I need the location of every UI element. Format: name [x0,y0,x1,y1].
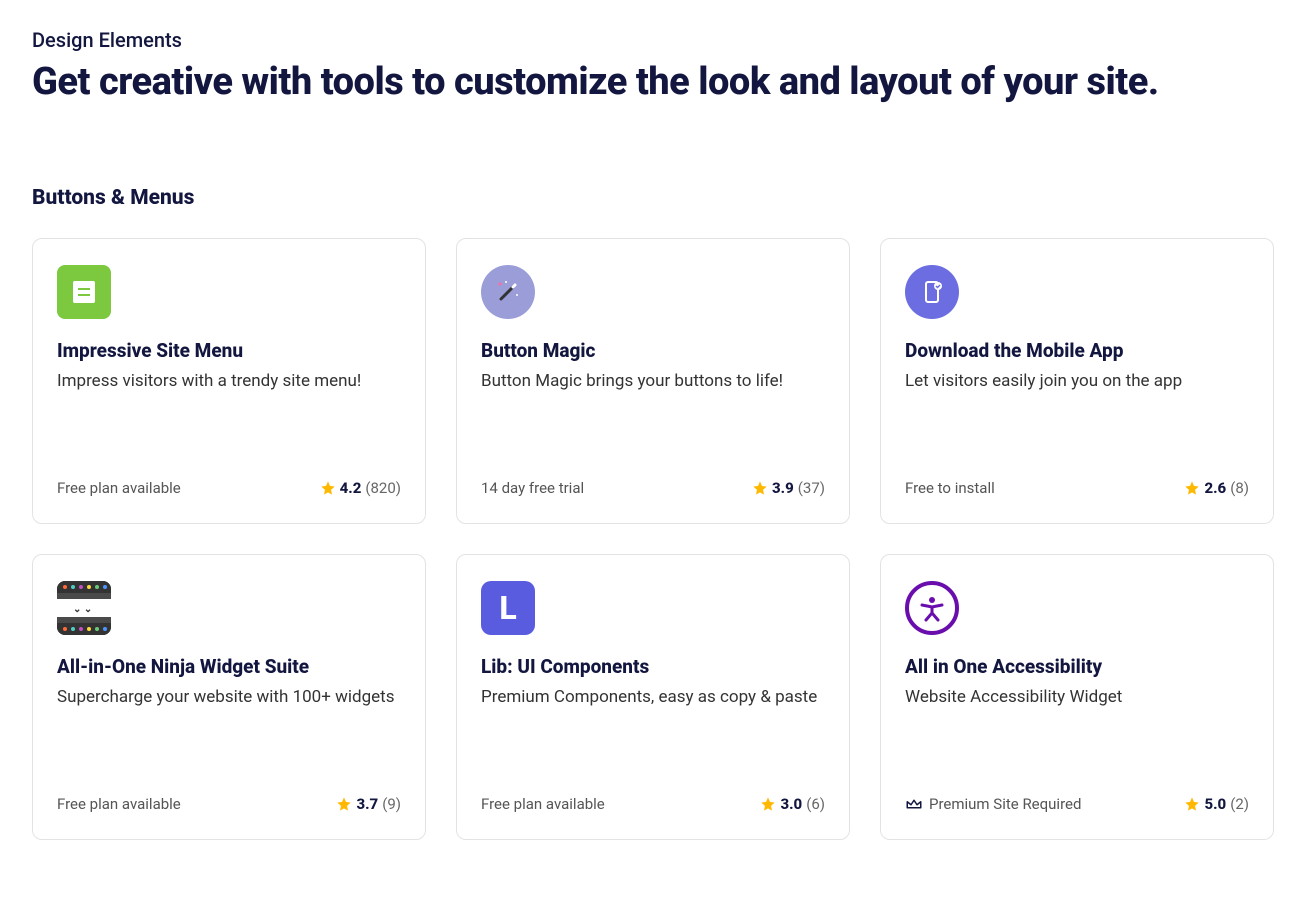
rating-value: 2.6 [1204,479,1226,497]
page-title: Get creative with tools to customize the… [32,60,1274,106]
page-subtitle: Design Elements [32,28,1274,52]
card-rating: 4.2 (820) [320,479,401,497]
rating-value: 3.0 [780,795,802,813]
card-footer: Premium Site Required 5.0 (2) [905,775,1249,813]
star-icon [1184,480,1200,496]
rating-value: 5.0 [1204,795,1226,813]
card-description: Impress visitors with a trendy site menu… [57,370,401,394]
card-footer: Free plan available 3.0 (6) [481,775,825,813]
star-icon [752,480,768,496]
app-card[interactable]: Button Magic Button Magic brings your bu… [456,238,850,524]
rating-value: 3.9 [772,479,794,497]
card-plan-text: Premium Site Required [929,795,1081,813]
card-plan: Free to install [905,479,995,497]
rating-count: (37) [798,479,825,497]
ninja-icon: ⌄ ⌄ [57,581,111,635]
card-footer: Free plan available 3.7 (9) [57,775,401,813]
card-title: All-in-One Ninja Widget Suite [57,655,401,678]
card-title: Impressive Site Menu [57,339,401,362]
rating-value: 3.7 [356,795,378,813]
card-title: Button Magic [481,339,825,362]
app-card[interactable]: Download the Mobile App Let visitors eas… [880,238,1274,524]
card-rating: 3.9 (37) [752,479,825,497]
star-icon [760,796,776,812]
card-rating: 3.7 (9) [336,795,401,813]
magic-icon [481,265,535,319]
rating-count: (6) [806,795,825,813]
star-icon [320,480,336,496]
app-card[interactable]: L Lib: UI Components Premium Components,… [456,554,850,840]
card-plan: Premium Site Required [905,795,1081,813]
card-rating: 5.0 (2) [1184,795,1249,813]
card-description: Button Magic brings your buttons to life… [481,370,825,394]
card-rating: 2.6 (8) [1184,479,1249,497]
card-plan: Free plan available [57,795,181,813]
page-header: Design Elements Get creative with tools … [32,28,1274,106]
cards-grid: Impressive Site Menu Impress visitors wi… [32,238,1274,840]
card-footer: Free plan available 4.2 (820) [57,459,401,497]
section-title: Buttons & Menus [32,186,1274,210]
menu-icon [57,265,111,319]
accessibility-icon [905,581,959,635]
star-icon [1184,796,1200,812]
crown-icon [905,795,923,813]
svg-text:⌄ ⌄: ⌄ ⌄ [73,604,92,615]
rating-count: (8) [1230,479,1249,497]
card-description: Website Accessibility Widget [905,686,1249,710]
rating-count: (2) [1230,795,1249,813]
card-plan: 14 day free trial [481,479,584,497]
card-title: Download the Mobile App [905,339,1249,362]
card-rating: 3.0 (6) [760,795,825,813]
star-icon [336,796,352,812]
card-plan: Free plan available [57,479,181,497]
card-description: Let visitors easily join you on the app [905,370,1249,394]
rating-count: (820) [365,479,401,497]
card-title: Lib: UI Components [481,655,825,678]
card-description: Premium Components, easy as copy & paste [481,686,825,710]
card-footer: 14 day free trial 3.9 (37) [481,459,825,497]
rating-value: 4.2 [340,479,362,497]
card-description: Supercharge your website with 100+ widge… [57,686,401,710]
app-card[interactable]: All in One Accessibility Website Accessi… [880,554,1274,840]
lib-icon: L [481,581,535,635]
mobile-icon [905,265,959,319]
card-footer: Free to install 2.6 (8) [905,459,1249,497]
app-card[interactable]: ⌄ ⌄ All-in-One Ninja Widget Suite Superc… [32,554,426,840]
card-plan: Free plan available [481,795,605,813]
card-title: All in One Accessibility [905,655,1249,678]
rating-count: (9) [382,795,401,813]
app-card[interactable]: Impressive Site Menu Impress visitors wi… [32,238,426,524]
